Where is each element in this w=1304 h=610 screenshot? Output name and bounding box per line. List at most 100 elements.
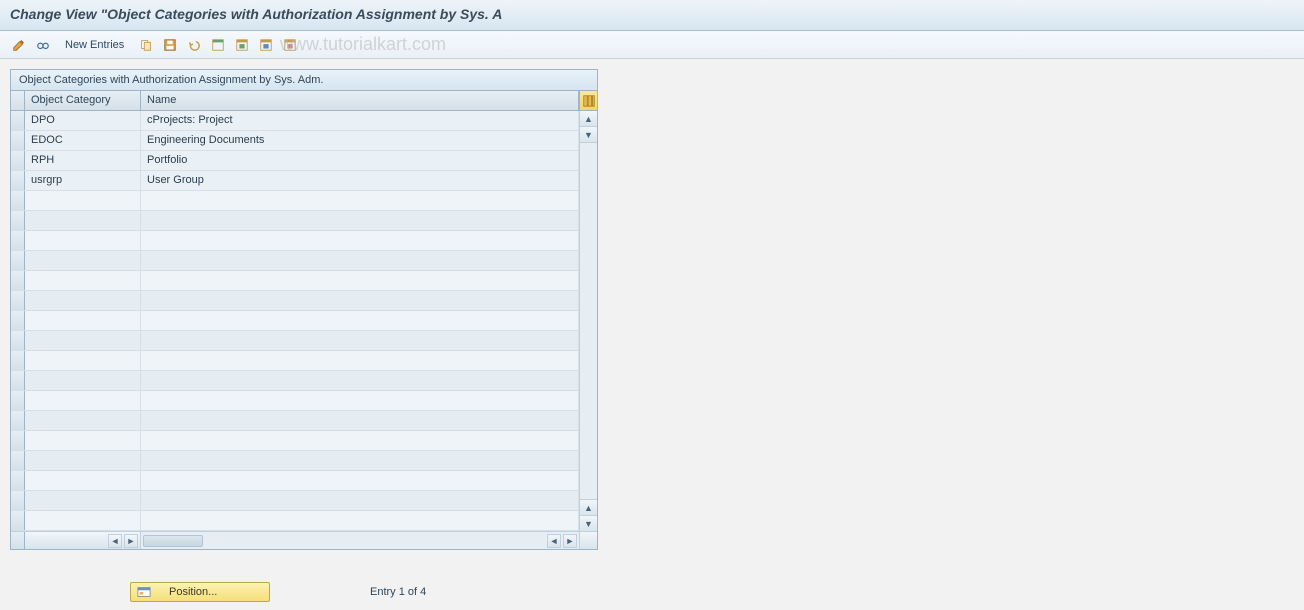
cell-name[interactable] (141, 451, 579, 470)
cell-category[interactable] (25, 351, 141, 370)
cell-category[interactable]: usrgrp (25, 171, 141, 190)
entry-counter: Entry 1 of 4 (370, 586, 426, 598)
row-selector[interactable] (11, 231, 25, 250)
row-selector[interactable] (11, 191, 25, 210)
print-icon[interactable] (279, 35, 301, 55)
vertical-scrollbar[interactable]: ▲ ▼ ▲ ▼ (579, 111, 597, 531)
cell-category[interactable]: RPH (25, 151, 141, 170)
cell-category[interactable] (25, 331, 141, 350)
cell-category[interactable]: DPO (25, 111, 141, 130)
cell-category[interactable] (25, 291, 141, 310)
scroll-right-icon[interactable]: ► (563, 534, 577, 548)
change-icon[interactable] (8, 35, 30, 55)
cell-name[interactable]: User Group (141, 171, 579, 190)
save-icon[interactable] (159, 35, 181, 55)
row-selector[interactable] (11, 331, 25, 350)
cell-category[interactable] (25, 211, 141, 230)
cell-category[interactable]: EDOC (25, 131, 141, 150)
cell-category[interactable] (25, 451, 141, 470)
row-selector[interactable] (11, 311, 25, 330)
scroll-up-step-icon[interactable]: ▲ (580, 499, 597, 515)
cell-name[interactable]: Portfolio (141, 151, 579, 170)
cell-name[interactable] (141, 391, 579, 410)
row-selector[interactable] (11, 371, 25, 390)
scroll-left-icon[interactable]: ◄ (108, 534, 122, 548)
row-selector[interactable] (11, 491, 25, 510)
hscroll-thumb[interactable] (143, 535, 203, 547)
scroll-right-step-icon[interactable]: ► (124, 534, 138, 548)
table-settings-icon[interactable] (579, 91, 597, 110)
cell-name[interactable]: Engineering Documents (141, 131, 579, 150)
row-selector[interactable] (11, 111, 25, 130)
cell-name[interactable] (141, 291, 579, 310)
table-row (11, 351, 579, 371)
table-row: DPOcProjects: Project (11, 111, 579, 131)
cell-name[interactable] (141, 191, 579, 210)
cell-name[interactable] (141, 311, 579, 330)
scroll-left-step-icon[interactable]: ◄ (547, 534, 561, 548)
new-entries-button[interactable]: New Entries (56, 35, 133, 55)
position-icon (137, 585, 151, 599)
column-header-category[interactable]: Object Category (25, 91, 141, 110)
row-selector[interactable] (11, 511, 25, 530)
row-selector[interactable] (11, 251, 25, 270)
row-selector[interactable] (11, 451, 25, 470)
position-button[interactable]: Position... (130, 582, 270, 602)
cell-name[interactable] (141, 251, 579, 270)
hscroll-corner-left (11, 532, 25, 549)
cell-name[interactable] (141, 351, 579, 370)
cell-name[interactable] (141, 431, 579, 450)
horizontal-scrollbar[interactable]: ◄ ► ◄ ► (11, 531, 597, 549)
glasses-icon[interactable] (32, 35, 54, 55)
row-selector[interactable] (11, 131, 25, 150)
row-selector[interactable] (11, 291, 25, 310)
cell-category[interactable] (25, 411, 141, 430)
cell-name[interactable] (141, 511, 579, 530)
row-selector[interactable] (11, 211, 25, 230)
delimit-icon[interactable] (255, 35, 277, 55)
table-row (11, 511, 579, 531)
column-header-name[interactable]: Name (141, 91, 579, 110)
cell-category[interactable] (25, 231, 141, 250)
scroll-down-icon[interactable]: ▼ (580, 515, 597, 531)
row-selector[interactable] (11, 171, 25, 190)
cell-name[interactable] (141, 271, 579, 290)
hscroll-track[interactable] (141, 532, 545, 549)
cell-category[interactable] (25, 371, 141, 390)
row-selector[interactable] (11, 471, 25, 490)
select-all-icon[interactable] (207, 35, 229, 55)
cell-name[interactable] (141, 231, 579, 250)
scroll-up-icon[interactable]: ▲ (580, 111, 597, 127)
row-selector[interactable] (11, 391, 25, 410)
cell-category[interactable] (25, 431, 141, 450)
cell-category[interactable] (25, 311, 141, 330)
cell-category[interactable] (25, 191, 141, 210)
select-all-corner[interactable] (11, 91, 25, 110)
row-selector[interactable] (11, 151, 25, 170)
cell-name[interactable] (141, 491, 579, 510)
table-row: usrgrpUser Group (11, 171, 579, 191)
cell-name[interactable] (141, 211, 579, 230)
watermark-text: www.tutorialkart.com (280, 34, 446, 55)
cell-category[interactable] (25, 391, 141, 410)
cell-category[interactable] (25, 271, 141, 290)
cell-category[interactable] (25, 471, 141, 490)
scroll-track[interactable] (580, 143, 597, 499)
undo-icon[interactable] (183, 35, 205, 55)
row-selector[interactable] (11, 271, 25, 290)
cell-name[interactable] (141, 331, 579, 350)
row-selector[interactable] (11, 351, 25, 370)
scroll-down-step-icon[interactable]: ▼ (580, 127, 597, 143)
cell-category[interactable] (25, 251, 141, 270)
row-selector[interactable] (11, 431, 25, 450)
cell-category[interactable] (25, 491, 141, 510)
table-row (11, 231, 579, 251)
cell-name[interactable] (141, 371, 579, 390)
deselect-all-icon[interactable] (231, 35, 253, 55)
cell-name[interactable] (141, 411, 579, 430)
cell-category[interactable] (25, 511, 141, 530)
cell-name[interactable]: cProjects: Project (141, 111, 579, 130)
copy-icon[interactable] (135, 35, 157, 55)
cell-name[interactable] (141, 471, 579, 490)
row-selector[interactable] (11, 411, 25, 430)
